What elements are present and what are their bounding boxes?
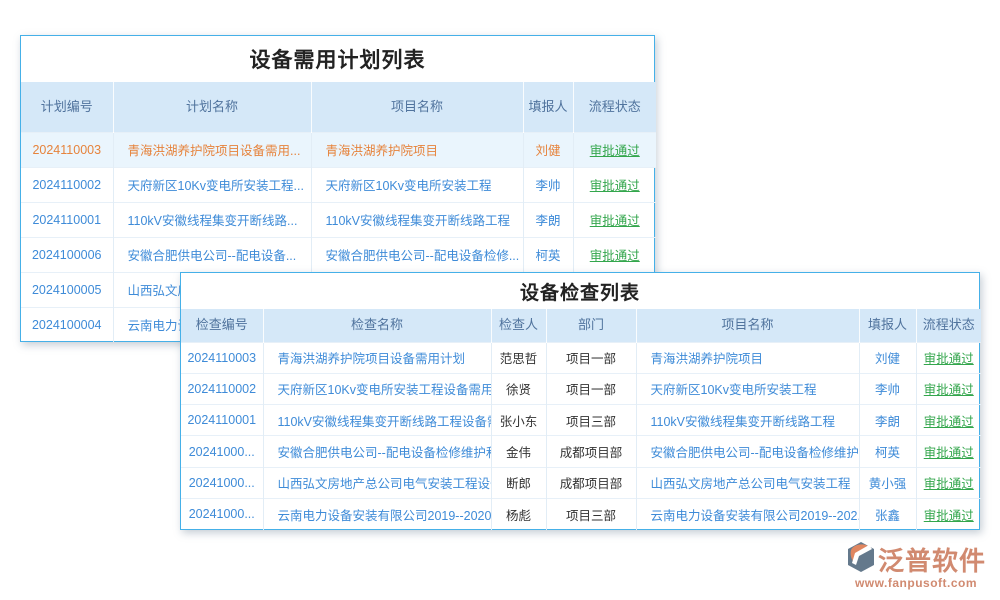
check-table-header-row: 检查编号检查名称检查人部门项目名称填报人流程状态 (181, 309, 981, 342)
cell-project: 天府新区10Kv变电所安装工程 (636, 373, 859, 404)
fanpu-logo: 泛普软件 www.fanpusoft.com (846, 541, 986, 590)
plan-list-title: 设备需用计划列表 (21, 36, 654, 82)
cell-project: 青海洪湖养护院项目 (636, 342, 859, 373)
column-header: 检查人 (491, 309, 546, 342)
cell-name: 云南电力设备安装有限公司2019--2020年... (263, 498, 491, 529)
cell-project: 110kV安徽线程集变开断线路工程 (636, 405, 859, 436)
cell-project: 110kV安徽线程集变开断线路工程 (311, 202, 523, 237)
cell-inspector: 范思哲 (491, 342, 546, 373)
table-row[interactable]: 2024110001110kV安徽线程集变开断线路...110kV安徽线程集变开… (21, 202, 656, 237)
table-row[interactable]: 2024110001110kV安徽线程集变开断线路工程设备需...张小东项目三部… (181, 405, 981, 436)
cell-name: 天府新区10Kv变电所安装工程... (113, 167, 311, 202)
column-header: 填报人 (523, 82, 573, 132)
column-header: 流程状态 (916, 309, 981, 342)
column-header: 流程状态 (573, 82, 656, 132)
cell-status[interactable]: 审批通过 (573, 132, 656, 167)
cell-id: 2024100004 (21, 307, 113, 342)
check-list-panel: 设备检查列表 检查编号检查名称检查人部门项目名称填报人流程状态 20241100… (180, 272, 980, 530)
cell-status[interactable]: 审批通过 (916, 373, 981, 404)
cell-status[interactable]: 审批通过 (916, 498, 981, 529)
cell-project: 天府新区10Kv变电所安装工程 (311, 167, 523, 202)
cell-id: 2024110003 (181, 342, 263, 373)
cell-status[interactable]: 审批通过 (916, 342, 981, 373)
cell-status[interactable]: 审批通过 (573, 167, 656, 202)
cell-inspector: 张小东 (491, 405, 546, 436)
column-header: 项目名称 (311, 82, 523, 132)
cell-name: 天府新区10Kv变电所安装工程设备需用计划 (263, 373, 491, 404)
cell-status[interactable]: 审批通过 (573, 237, 656, 272)
cell-dept: 成都项目部 (546, 467, 636, 498)
cell-id: 2024110003 (21, 132, 113, 167)
table-row[interactable]: 2024110003青海洪湖养护院项目设备需用计划范思哲项目一部青海洪湖养护院项… (181, 342, 981, 373)
table-row[interactable]: 20241000...山西弘文房地产总公司电气安装工程设备...断郎成都项目部山… (181, 467, 981, 498)
table-row[interactable]: 2024100006安徽合肥供电公司--配电设备...安徽合肥供电公司--配电设… (21, 237, 656, 272)
cell-dept: 项目一部 (546, 342, 636, 373)
cell-dept: 项目三部 (546, 498, 636, 529)
cell-id: 20241000... (181, 436, 263, 467)
cell-dept: 成都项目部 (546, 436, 636, 467)
cell-id: 2024110001 (181, 405, 263, 436)
cell-id: 2024110002 (21, 167, 113, 202)
cell-reporter: 李帅 (859, 373, 916, 404)
cell-reporter: 刘健 (859, 342, 916, 373)
column-header: 检查编号 (181, 309, 263, 342)
table-row[interactable]: 2024110002天府新区10Kv变电所安装工程设备需用计划徐贤项目一部天府新… (181, 373, 981, 404)
cell-id: 2024100005 (21, 272, 113, 307)
cell-reporter: 李帅 (523, 167, 573, 202)
table-row[interactable]: 2024110003青海洪湖养护院项目设备需用...青海洪湖养护院项目刘健审批通… (21, 132, 656, 167)
cell-project: 青海洪湖养护院项目 (311, 132, 523, 167)
column-header: 填报人 (859, 309, 916, 342)
brand-name: 泛普软件 (878, 541, 986, 578)
cell-id: 20241000... (181, 467, 263, 498)
plan-table-header-row: 计划编号计划名称项目名称填报人流程状态 (21, 82, 656, 132)
cell-reporter: 张鑫 (859, 498, 916, 529)
cell-reporter: 李朗 (859, 405, 916, 436)
brand-url: www.fanpusoft.com (846, 576, 986, 590)
cell-dept: 项目三部 (546, 405, 636, 436)
cell-id: 20241000... (181, 498, 263, 529)
cell-reporter: 李朗 (523, 202, 573, 237)
cell-project: 安徽合肥供电公司--配电设备检修维护... (636, 436, 859, 467)
column-header: 计划编号 (21, 82, 113, 132)
table-row[interactable]: 20241000...安徽合肥供电公司--配电设备检修维护和...金伟成都项目部… (181, 436, 981, 467)
cell-name: 青海洪湖养护院项目设备需用... (113, 132, 311, 167)
cell-status[interactable]: 审批通过 (916, 405, 981, 436)
cell-name: 青海洪湖养护院项目设备需用计划 (263, 342, 491, 373)
table-row[interactable]: 2024110002天府新区10Kv变电所安装工程...天府新区10Kv变电所安… (21, 167, 656, 202)
cell-name: 山西弘文房地产总公司电气安装工程设备... (263, 467, 491, 498)
check-table: 检查编号检查名称检查人部门项目名称填报人流程状态 2024110003青海洪湖养… (181, 309, 981, 530)
cell-reporter: 刘健 (523, 132, 573, 167)
fanpu-logo-icon (846, 541, 876, 578)
column-header: 部门 (546, 309, 636, 342)
cell-id: 2024110001 (21, 202, 113, 237)
cell-project: 安徽合肥供电公司--配电设备检修... (311, 237, 523, 272)
cell-inspector: 金伟 (491, 436, 546, 467)
check-list-title: 设备检查列表 (181, 273, 979, 309)
cell-name: 110kV安徽线程集变开断线路... (113, 202, 311, 237)
column-header: 检查名称 (263, 309, 491, 342)
cell-dept: 项目一部 (546, 373, 636, 404)
cell-inspector: 杨彪 (491, 498, 546, 529)
cell-reporter: 黄小强 (859, 467, 916, 498)
cell-name: 安徽合肥供电公司--配电设备... (113, 237, 311, 272)
cell-inspector: 徐贤 (491, 373, 546, 404)
table-row[interactable]: 20241000...云南电力设备安装有限公司2019--2020年...杨彪项… (181, 498, 981, 529)
column-header: 计划名称 (113, 82, 311, 132)
cell-name: 安徽合肥供电公司--配电设备检修维护和... (263, 436, 491, 467)
cell-name: 110kV安徽线程集变开断线路工程设备需... (263, 405, 491, 436)
cell-reporter: 柯英 (523, 237, 573, 272)
cell-inspector: 断郎 (491, 467, 546, 498)
cell-id: 2024100006 (21, 237, 113, 272)
cell-project: 山西弘文房地产总公司电气安装工程 (636, 467, 859, 498)
cell-id: 2024110002 (181, 373, 263, 404)
cell-status[interactable]: 审批通过 (916, 467, 981, 498)
cell-reporter: 柯英 (859, 436, 916, 467)
cell-status[interactable]: 审批通过 (916, 436, 981, 467)
cell-status[interactable]: 审批通过 (573, 202, 656, 237)
cell-project: 云南电力设备安装有限公司2019--202... (636, 498, 859, 529)
column-header: 项目名称 (636, 309, 859, 342)
